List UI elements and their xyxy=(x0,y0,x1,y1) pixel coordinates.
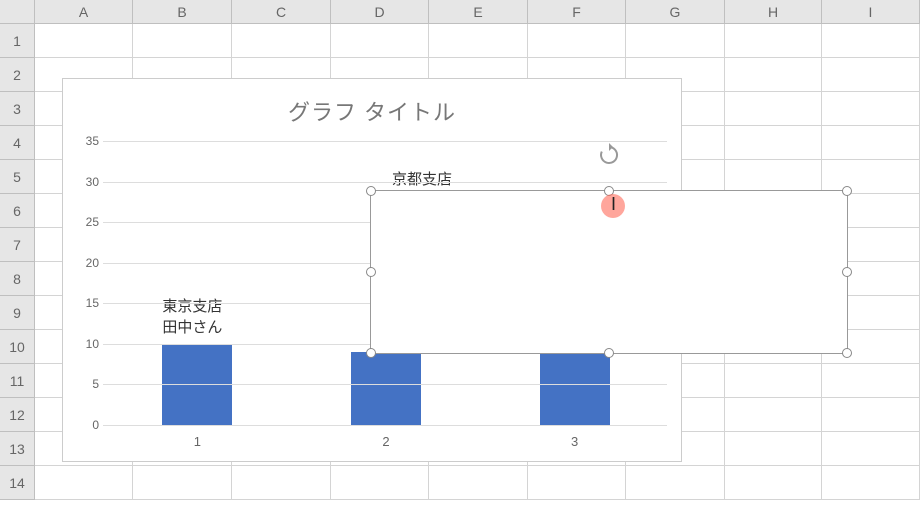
data-label[interactable]: 東京支店 田中さん xyxy=(162,296,222,338)
cell-I11[interactable] xyxy=(822,364,920,398)
row-header-12[interactable]: 12 xyxy=(0,398,35,432)
cell-B14[interactable] xyxy=(133,466,232,500)
row-header-13[interactable]: 13 xyxy=(0,432,35,466)
bar[interactable] xyxy=(540,352,610,425)
row-header-8[interactable]: 8 xyxy=(0,262,35,296)
row-header-10[interactable]: 10 xyxy=(0,330,35,364)
column-header-E[interactable]: E xyxy=(429,0,528,23)
y-tick: 30 xyxy=(86,175,99,189)
cell-I14[interactable] xyxy=(822,466,920,500)
y-tick: 15 xyxy=(86,296,99,310)
y-axis: 05101520253035 xyxy=(71,141,103,425)
cell-H2[interactable] xyxy=(725,58,822,92)
cell-B1[interactable] xyxy=(133,24,232,58)
resize-handle[interactable] xyxy=(842,267,852,277)
y-tick: 0 xyxy=(92,418,99,432)
cell-I1[interactable] xyxy=(822,24,920,58)
row-header-14[interactable]: 14 xyxy=(0,466,35,500)
cell-H5[interactable] xyxy=(725,160,822,194)
bar[interactable] xyxy=(351,352,421,425)
cell-I13[interactable] xyxy=(822,432,920,466)
gridline xyxy=(103,384,667,385)
cell-F14[interactable] xyxy=(528,466,626,500)
x-tick: 2 xyxy=(382,434,389,449)
cell-I4[interactable] xyxy=(822,126,920,160)
column-header-A[interactable]: A xyxy=(35,0,133,23)
row-header-3[interactable]: 3 xyxy=(0,92,35,126)
cell-D14[interactable] xyxy=(331,466,429,500)
resize-handle[interactable] xyxy=(604,348,614,358)
cell-C1[interactable] xyxy=(232,24,331,58)
row-header-1[interactable]: 1 xyxy=(0,24,35,58)
row-header-2[interactable]: 2 xyxy=(0,58,35,92)
cell-C14[interactable] xyxy=(232,466,331,500)
y-tick: 20 xyxy=(86,256,99,270)
resize-handle[interactable] xyxy=(366,186,376,196)
cell-I12[interactable] xyxy=(822,398,920,432)
cell-H4[interactable] xyxy=(725,126,822,160)
gridline xyxy=(103,182,667,183)
cell-D1[interactable] xyxy=(331,24,429,58)
cell-I5[interactable] xyxy=(822,160,920,194)
column-header-F[interactable]: F xyxy=(528,0,626,23)
text-cursor-icon: I xyxy=(611,194,616,215)
cell-G1[interactable] xyxy=(626,24,725,58)
chart-title[interactable]: グラフ タイトル xyxy=(63,79,681,127)
column-header-I[interactable]: I xyxy=(822,0,920,23)
column-header-G[interactable]: G xyxy=(626,0,725,23)
gridline xyxy=(103,425,667,426)
column-headers: ABCDEFGHI xyxy=(0,0,920,24)
y-tick: 25 xyxy=(86,215,99,229)
resize-handle[interactable] xyxy=(842,186,852,196)
resize-handle[interactable] xyxy=(842,348,852,358)
row-header-7[interactable]: 7 xyxy=(0,228,35,262)
row-header-5[interactable]: 5 xyxy=(0,160,35,194)
row-header-6[interactable]: 6 xyxy=(0,194,35,228)
rotate-handle-icon[interactable] xyxy=(597,143,621,167)
row-header-11[interactable]: 11 xyxy=(0,364,35,398)
cell-H3[interactable] xyxy=(725,92,822,126)
resize-handle[interactable] xyxy=(366,348,376,358)
cell-F1[interactable] xyxy=(528,24,626,58)
x-tick: 1 xyxy=(194,434,201,449)
cell-I2[interactable] xyxy=(822,58,920,92)
cell-H14[interactable] xyxy=(725,466,822,500)
row-header-9[interactable]: 9 xyxy=(0,296,35,330)
cell-H12[interactable] xyxy=(725,398,822,432)
data-label[interactable]: 京都支店 xyxy=(392,169,452,190)
column-header-C[interactable]: C xyxy=(232,0,331,23)
cell-H11[interactable] xyxy=(725,364,822,398)
cell-H13[interactable] xyxy=(725,432,822,466)
column-header-H[interactable]: H xyxy=(725,0,822,23)
y-tick: 5 xyxy=(92,377,99,391)
y-tick: 10 xyxy=(86,337,99,351)
column-header-D[interactable]: D xyxy=(331,0,429,23)
cell-I3[interactable] xyxy=(822,92,920,126)
resize-handle[interactable] xyxy=(366,267,376,277)
select-all-corner[interactable] xyxy=(0,0,35,23)
cell-A1[interactable] xyxy=(35,24,133,58)
column-header-B[interactable]: B xyxy=(133,0,232,23)
cell-E14[interactable] xyxy=(429,466,528,500)
x-tick: 3 xyxy=(571,434,578,449)
row-header-4[interactable]: 4 xyxy=(0,126,35,160)
gridline xyxy=(103,141,667,142)
cell-G14[interactable] xyxy=(626,466,725,500)
cell-A14[interactable] xyxy=(35,466,133,500)
cell-E1[interactable] xyxy=(429,24,528,58)
y-tick: 35 xyxy=(86,134,99,148)
cell-H1[interactable] xyxy=(725,24,822,58)
